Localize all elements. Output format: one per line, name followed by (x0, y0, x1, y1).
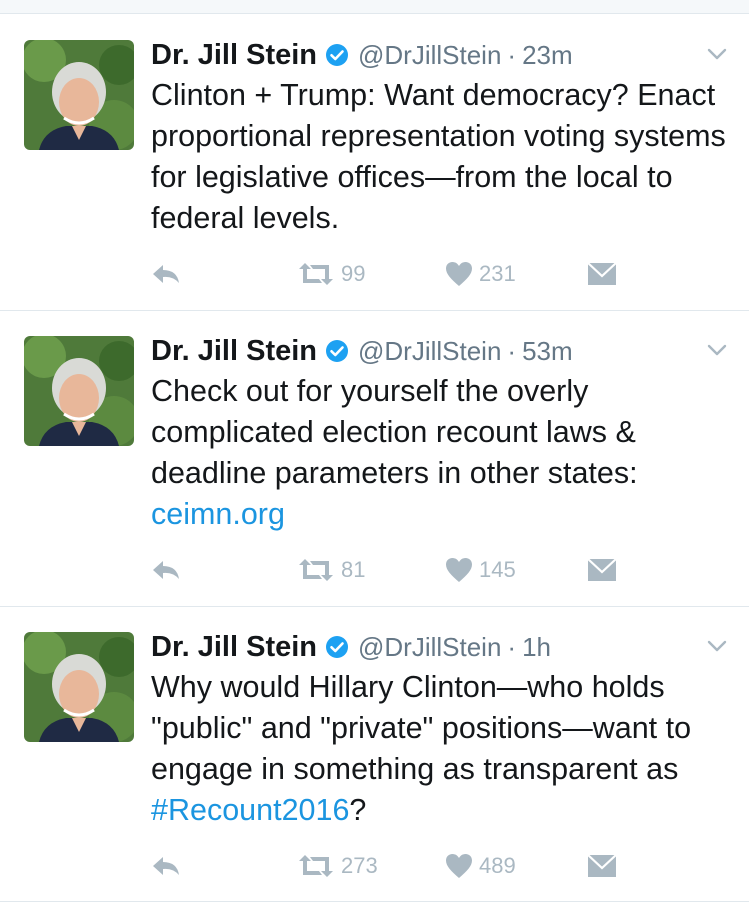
tweet-text: Clinton + Trump: Want democracy? Enact p… (151, 75, 741, 239)
direct-message-icon (587, 854, 617, 877)
tweet-actions: 81 145 (151, 553, 651, 587)
separator: · (507, 39, 517, 70)
tweet-text-content: Why would Hillary Clinton—who holds "pub… (151, 670, 692, 786)
retweet-button[interactable]: 99 (297, 257, 365, 291)
reply-button[interactable] (151, 257, 181, 291)
like-count: 145 (479, 557, 516, 582)
timeline: Dr. Jill Stein @DrJillStein · 23m Clinto… (0, 15, 749, 902)
avatar[interactable] (24, 632, 134, 742)
author-name[interactable]: Dr. Jill Stein (151, 39, 317, 72)
tweet-text-end: ? (349, 793, 367, 827)
like-button[interactable]: 145 (445, 553, 516, 587)
avatar[interactable] (24, 40, 134, 150)
heart-icon (446, 558, 472, 582)
tweet-link[interactable]: ceimn.org (151, 497, 285, 531)
tweet[interactable]: Dr. Jill Stein @DrJillStein · 1h Why wou… (0, 607, 749, 902)
reply-icon (153, 857, 179, 875)
tweet-actions: 99 231 (151, 257, 651, 291)
retweet-icon (299, 263, 333, 285)
tweet-header: Dr. Jill Stein @DrJillStein · 53m (151, 331, 573, 371)
avatar[interactable] (24, 336, 134, 446)
top-bar (0, 0, 749, 14)
reply-button[interactable] (151, 849, 181, 883)
like-count: 489 (479, 853, 516, 878)
timestamp[interactable]: 53m (522, 336, 573, 367)
author-name[interactable]: Dr. Jill Stein (151, 335, 317, 368)
direct-message-button[interactable] (587, 553, 617, 587)
retweet-icon (299, 855, 333, 877)
retweet-button[interactable]: 273 (297, 849, 378, 883)
heart-icon (446, 262, 472, 286)
reply-button[interactable] (151, 553, 181, 587)
chevron-down-icon[interactable] (707, 343, 727, 357)
chevron-down-icon[interactable] (707, 639, 727, 653)
reply-icon (153, 265, 179, 283)
separator: · (507, 335, 517, 366)
retweet-button[interactable]: 81 (297, 553, 365, 587)
tweet[interactable]: Dr. Jill Stein @DrJillStein · 23m Clinto… (0, 15, 749, 311)
direct-message-icon (587, 262, 617, 285)
separator: · (507, 631, 517, 662)
tweet[interactable]: Dr. Jill Stein @DrJillStein · 53m Check … (0, 311, 749, 607)
tweet-text: Check out for yourself the overly compli… (151, 371, 741, 535)
author-name[interactable]: Dr. Jill Stein (151, 631, 317, 664)
tweet-text: Why would Hillary Clinton—who holds "pub… (151, 667, 741, 831)
direct-message-button[interactable] (587, 257, 617, 291)
direct-message-icon (587, 558, 617, 581)
retweet-icon (299, 559, 333, 581)
retweet-count: 99 (341, 261, 366, 286)
reply-icon (153, 561, 179, 579)
author-handle[interactable]: @DrJillStein (358, 632, 501, 663)
tweet-text-content: Check out for yourself the overly compli… (151, 374, 638, 490)
tweet-header: Dr. Jill Stein @DrJillStein · 23m (151, 35, 573, 75)
like-button[interactable]: 231 (445, 257, 516, 291)
chevron-down-icon[interactable] (707, 47, 727, 61)
like-button[interactable]: 489 (445, 849, 516, 883)
timestamp[interactable]: 23m (522, 40, 573, 71)
author-handle[interactable]: @DrJillStein (358, 336, 501, 367)
retweet-count: 273 (341, 853, 378, 878)
direct-message-button[interactable] (587, 849, 617, 883)
tweet-text-content: Clinton + Trump: Want democracy? Enact p… (151, 78, 726, 235)
tweet-actions: 273 489 (151, 849, 651, 883)
retweet-count: 81 (341, 557, 366, 582)
heart-icon (446, 854, 472, 878)
like-count: 231 (479, 261, 516, 286)
verified-icon (326, 636, 348, 658)
verified-icon (326, 340, 348, 362)
author-handle[interactable]: @DrJillStein (358, 40, 501, 71)
timestamp[interactable]: 1h (522, 632, 551, 663)
tweet-header: Dr. Jill Stein @DrJillStein · 1h (151, 627, 551, 667)
tweet-hashtag[interactable]: #Recount2016 (151, 793, 349, 827)
verified-icon (326, 44, 348, 66)
